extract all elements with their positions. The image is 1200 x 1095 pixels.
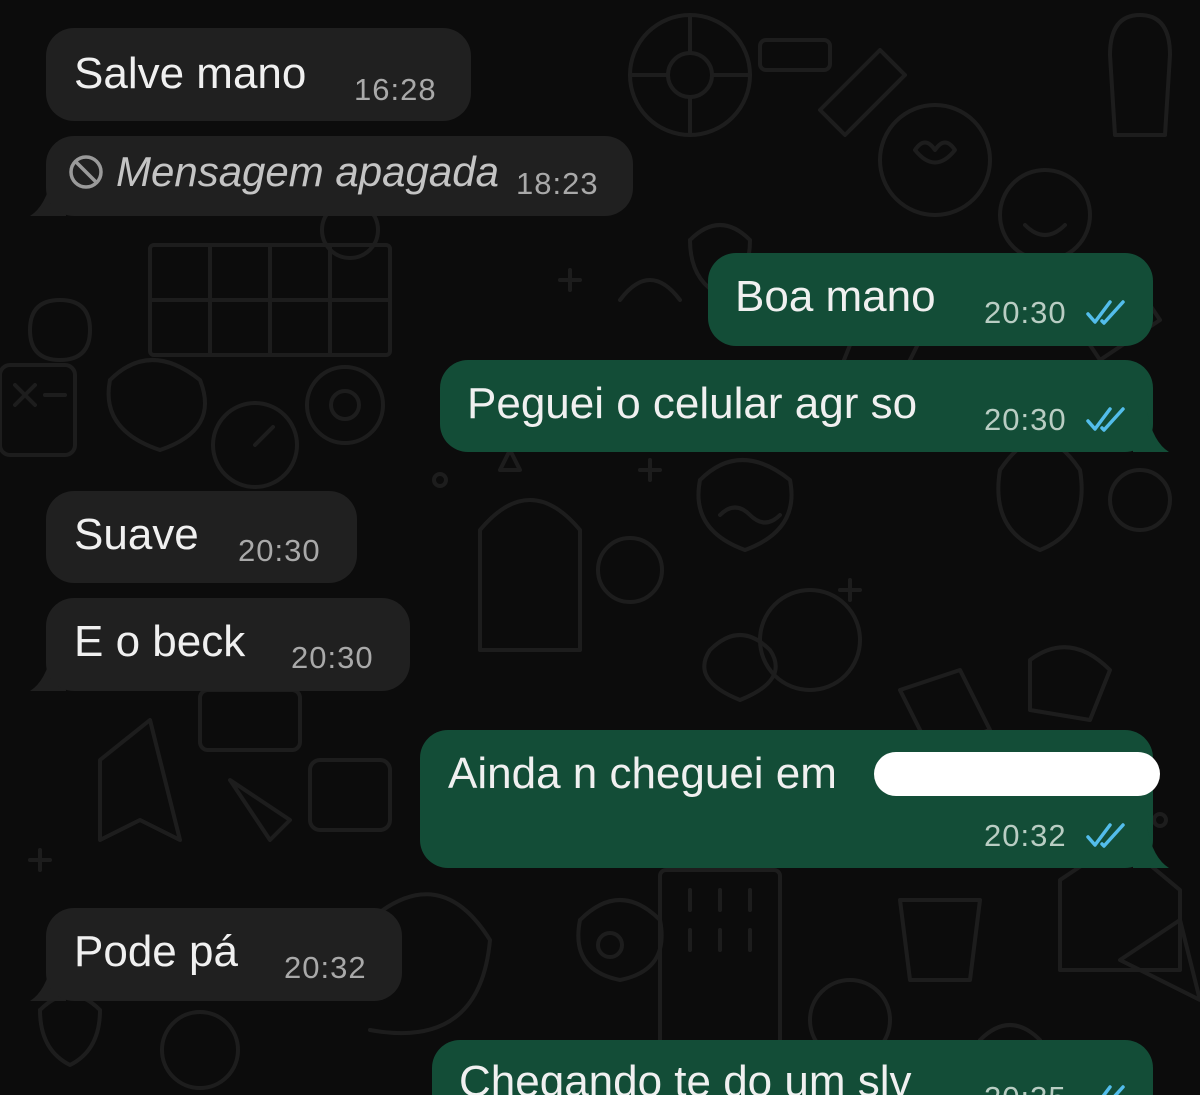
message-time: 20:30 (984, 295, 1067, 330)
read-receipt-icon (1086, 823, 1125, 848)
message-time: 16:28 (354, 72, 437, 107)
message-bubble-outgoing[interactable]: Ainda n cheguei em 20:32 (420, 730, 1153, 868)
message-text: Pode pá (74, 927, 238, 976)
read-receipt-icon (1101, 1085, 1125, 1095)
message-text: Mensagem apagada (116, 148, 499, 195)
message-bubble-outgoing[interactable]: Chegando te do um slv 20:35 (432, 1040, 1153, 1095)
read-receipt-icon (1086, 300, 1125, 325)
read-receipt-icon (1086, 407, 1125, 432)
message-bubble-incoming[interactable]: Pode pá 20:32 (46, 908, 402, 1001)
message-time: 20:32 (284, 950, 367, 985)
message-bubble-outgoing[interactable]: Boa mano 20:30 (708, 253, 1153, 346)
message-time: 20:30 (291, 640, 374, 675)
message-text: Boa mano (735, 272, 936, 321)
message-text: Ainda n cheguei em (448, 749, 837, 798)
chat-area: Salve mano 16:28 Mensagem apagada 18:23 … (0, 0, 1200, 1095)
message-bubble-outgoing[interactable]: Peguei o celular agr so 20:30 (440, 360, 1153, 452)
deleted-icon (68, 154, 104, 190)
message-text: E o beck (74, 617, 246, 666)
bubble-tail-outgoing (1133, 828, 1169, 868)
message-text: Chegando te do um slv (459, 1057, 912, 1095)
message-bubble-incoming[interactable]: E o beck 20:30 (46, 598, 410, 691)
message-text: Salve mano (74, 49, 307, 98)
redaction-mark (874, 752, 1160, 796)
message-time: 20:30 (984, 402, 1067, 437)
message-text: Peguei o celular agr so (467, 379, 918, 428)
message-time: 18:23 (516, 166, 599, 201)
message-time: 20:30 (238, 533, 321, 568)
message-time: 20:35 (984, 1080, 1067, 1095)
message-time: 20:32 (984, 818, 1067, 853)
message-bubble-incoming[interactable]: Salve mano 16:28 (46, 28, 471, 121)
message-bubble-incoming[interactable]: Suave 20:30 (46, 491, 357, 583)
message-text: Suave (74, 510, 199, 559)
bubble-tail-outgoing (1133, 412, 1169, 452)
message-bubble-incoming-deleted[interactable]: Mensagem apagada 18:23 (46, 136, 633, 216)
